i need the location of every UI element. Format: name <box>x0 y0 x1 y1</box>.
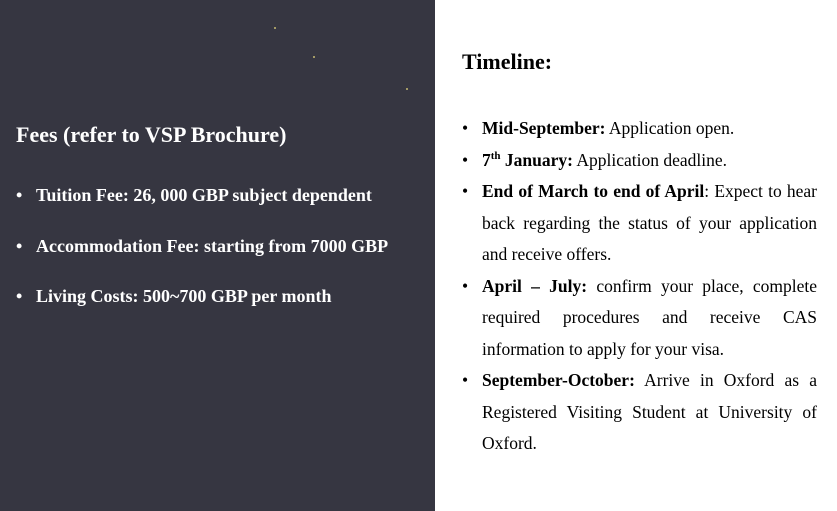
fee-item-accommodation: • Accommodation Fee: starting from 7000 … <box>16 234 388 285</box>
bullet-icon: • <box>16 235 23 256</box>
fee-item-living-costs: • Living Costs: 500~700 GBP per month <box>16 284 388 335</box>
star-dot <box>406 88 408 90</box>
fee-item-text: Accommodation Fee: starting from 7000 GB… <box>36 235 389 256</box>
bullet-icon: • <box>462 370 469 390</box>
timeline-item-label: 7th January: <box>482 149 573 170</box>
fees-panel: Fees (refer to VSP Brochure) • Tuition F… <box>0 0 435 511</box>
bullet-icon: • <box>462 118 469 138</box>
timeline-item-label: Mid-September: <box>482 118 606 138</box>
bullet-icon: • <box>16 185 23 205</box>
timeline-item-label: September-October: <box>482 370 635 390</box>
timeline-item-text: Application open. <box>605 118 735 138</box>
timeline-title: Timeline: <box>462 49 553 74</box>
timeline-panel: Timeline: • Mid-September: Application o… <box>435 0 837 511</box>
star-dot <box>313 56 315 58</box>
fee-item-text: Tuition Fee: 26, 000 GBP subject depende… <box>36 185 372 205</box>
timeline-item-september-october: • September-October: Arrive in Oxford as… <box>462 365 817 460</box>
timeline-item-text: Application deadline. <box>572 149 728 170</box>
timeline-item-mid-september: • Mid-September: Application open. <box>462 113 817 145</box>
timeline-list: • Mid-September: Application open. • 7th… <box>462 113 817 460</box>
timeline-item-january: • 7th January: Application deadline. <box>462 145 817 177</box>
star-dot <box>274 27 276 29</box>
fee-item-text: Living Costs: 500~700 GBP per month <box>36 286 332 306</box>
timeline-item-label: End of March to end of April <box>482 181 705 201</box>
timeline-item-march-april: • End of March to end of April: Expect t… <box>462 176 817 271</box>
fees-title: Fees (refer to VSP Brochure) <box>16 122 287 147</box>
bullet-icon: • <box>462 181 469 201</box>
bullet-icon: • <box>462 149 469 170</box>
bullet-icon: • <box>16 286 23 306</box>
fees-list: • Tuition Fee: 26, 000 GBP subject depen… <box>16 183 388 335</box>
timeline-item-april-july: • April – July: confirm your place, comp… <box>462 271 817 366</box>
bullet-icon: • <box>462 275 469 296</box>
timeline-item-label: April – July: <box>482 275 588 296</box>
fee-item-tuition: • Tuition Fee: 26, 000 GBP subject depen… <box>16 183 388 234</box>
